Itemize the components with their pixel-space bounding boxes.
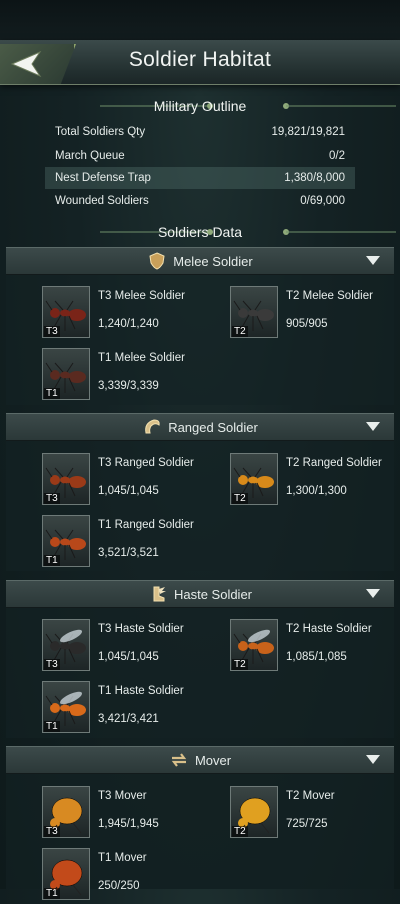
unit-name: T2 Mover	[286, 790, 335, 802]
chevron-down-icon[interactable]	[366, 256, 380, 265]
unit-card[interactable]: T3 T3 Mover 1,945/1,945	[6, 786, 196, 842]
unit-count: 1,045/1,045	[98, 651, 159, 663]
outline-value: 0/69,000	[300, 195, 345, 207]
unit-thumbnail: T2	[230, 619, 278, 671]
category-header-ranged[interactable]: Ranged Soldier	[6, 413, 394, 441]
unit-thumbnail: T2	[230, 453, 278, 505]
wing-boot-icon	[153, 586, 166, 602]
unit-name: T1 Haste Soldier	[98, 685, 184, 697]
unit-name: T2 Ranged Soldier	[286, 457, 382, 469]
tier-badge: T3	[44, 659, 60, 670]
mover-arrows-icon	[171, 753, 187, 767]
outline-label: Total Soldiers Qty	[55, 126, 146, 138]
outline-label: March Queue	[55, 150, 125, 162]
outline-label: Wounded Soldiers	[55, 195, 149, 207]
unit-card[interactable]: T2 T2 Haste Soldier 1,085/1,085	[194, 619, 384, 675]
status-bar-area	[0, 0, 400, 40]
category-title: Ranged Soldier	[168, 419, 258, 435]
category-title: Melee Soldier	[173, 253, 253, 269]
ranged-arc-icon	[145, 419, 160, 434]
unit-card[interactable]: T1 T1 Mover 250/250	[6, 848, 196, 904]
unit-name: T3 Melee Soldier	[98, 290, 185, 302]
unit-count: 1,240/1,240	[98, 318, 159, 330]
tier-badge: T2	[232, 826, 248, 837]
tier-badge: T3	[44, 326, 60, 337]
chevron-down-icon[interactable]	[366, 422, 380, 431]
ornament-right-icon	[283, 103, 396, 109]
unit-count: 1,945/1,945	[98, 818, 159, 830]
unit-card[interactable]: T2 T2 Ranged Soldier 1,300/1,300	[194, 453, 384, 509]
shield-icon	[149, 252, 165, 270]
unit-thumbnail: T1	[42, 848, 90, 900]
outline-value: 0/2	[329, 150, 345, 162]
ornament-right-icon	[283, 229, 396, 235]
outline-value: 19,821/19,821	[271, 126, 345, 138]
unit-thumbnail: T3	[42, 619, 90, 671]
unit-count: 3,521/3,521	[98, 547, 159, 559]
unit-count: 3,339/3,339	[98, 380, 159, 392]
tier-badge: T3	[44, 493, 60, 504]
category-header-haste[interactable]: Haste Soldier	[6, 580, 394, 608]
unit-card[interactable]: T1 T1 Melee Soldier 3,339/3,339	[6, 348, 196, 404]
unit-card[interactable]: T3 T3 Melee Soldier 1,240/1,240	[6, 286, 196, 342]
unit-count: 3,421/3,421	[98, 713, 159, 725]
unit-thumbnail: T3	[42, 286, 90, 338]
tier-badge: T2	[232, 326, 248, 337]
category-header-mover[interactable]: Mover	[6, 746, 394, 774]
unit-name: T2 Haste Soldier	[286, 623, 372, 635]
chevron-down-icon[interactable]	[366, 755, 380, 764]
outline-row-trap: Nest Defense Trap 1,380/8,000	[45, 167, 355, 189]
unit-thumbnail: T2	[230, 286, 278, 338]
tier-badge: T1	[44, 721, 60, 732]
category-title: Mover	[194, 752, 232, 768]
unit-count: 905/905	[286, 318, 328, 330]
unit-name: T1 Ranged Soldier	[98, 519, 194, 531]
unit-thumbnail: T2	[230, 786, 278, 838]
unit-thumbnail: T3	[42, 453, 90, 505]
unit-count: 1,045/1,045	[98, 485, 159, 497]
unit-card[interactable]: T2 T2 Melee Soldier 905/905	[194, 286, 384, 342]
tier-badge: T1	[44, 888, 60, 899]
unit-thumbnail: T1	[42, 681, 90, 733]
tier-badge: T2	[232, 659, 248, 670]
unit-thumbnail: T1	[42, 348, 90, 400]
unit-count: 250/250	[98, 880, 140, 892]
unit-card[interactable]: T3 T3 Haste Soldier 1,045/1,045	[6, 619, 196, 675]
unit-card[interactable]: T1 T1 Ranged Soldier 3,521/3,521	[6, 515, 196, 571]
page-title: Soldier Habitat	[128, 48, 272, 71]
unit-name: T2 Melee Soldier	[286, 290, 373, 302]
unit-name: T1 Melee Soldier	[98, 352, 185, 364]
unit-count: 1,300/1,300	[286, 485, 347, 497]
tier-badge: T2	[232, 493, 248, 504]
unit-thumbnail: T1	[42, 515, 90, 567]
category-header-melee[interactable]: Melee Soldier	[6, 247, 394, 275]
unit-card[interactable]: T1 T1 Haste Soldier 3,421/3,421	[6, 681, 196, 737]
outline-label: Nest Defense Trap	[55, 172, 151, 184]
tier-badge: T1	[44, 555, 60, 566]
tier-badge: T3	[44, 826, 60, 837]
unit-count: 1,085/1,085	[286, 651, 347, 663]
outline-row-march: March Queue 0/2	[45, 145, 355, 167]
chevron-down-icon[interactable]	[366, 589, 380, 598]
unit-name: T3 Haste Soldier	[98, 623, 184, 635]
outline-row-total: Total Soldiers Qty 19,821/19,821	[45, 121, 355, 143]
unit-count: 725/725	[286, 818, 328, 830]
outline-row-wounded: Wounded Soldiers 0/69,000	[45, 190, 355, 212]
tier-badge: T1	[44, 388, 60, 399]
category-title: Haste Soldier	[173, 586, 253, 602]
unit-card[interactable]: T2 T2 Mover 725/725	[194, 786, 384, 842]
unit-thumbnail: T3	[42, 786, 90, 838]
unit-name: T3 Ranged Soldier	[98, 457, 194, 469]
outline-value: 1,380/8,000	[284, 172, 345, 184]
unit-name: T1 Mover	[98, 852, 147, 864]
unit-card[interactable]: T3 T3 Ranged Soldier 1,045/1,045	[6, 453, 196, 509]
unit-name: T3 Mover	[98, 790, 147, 802]
